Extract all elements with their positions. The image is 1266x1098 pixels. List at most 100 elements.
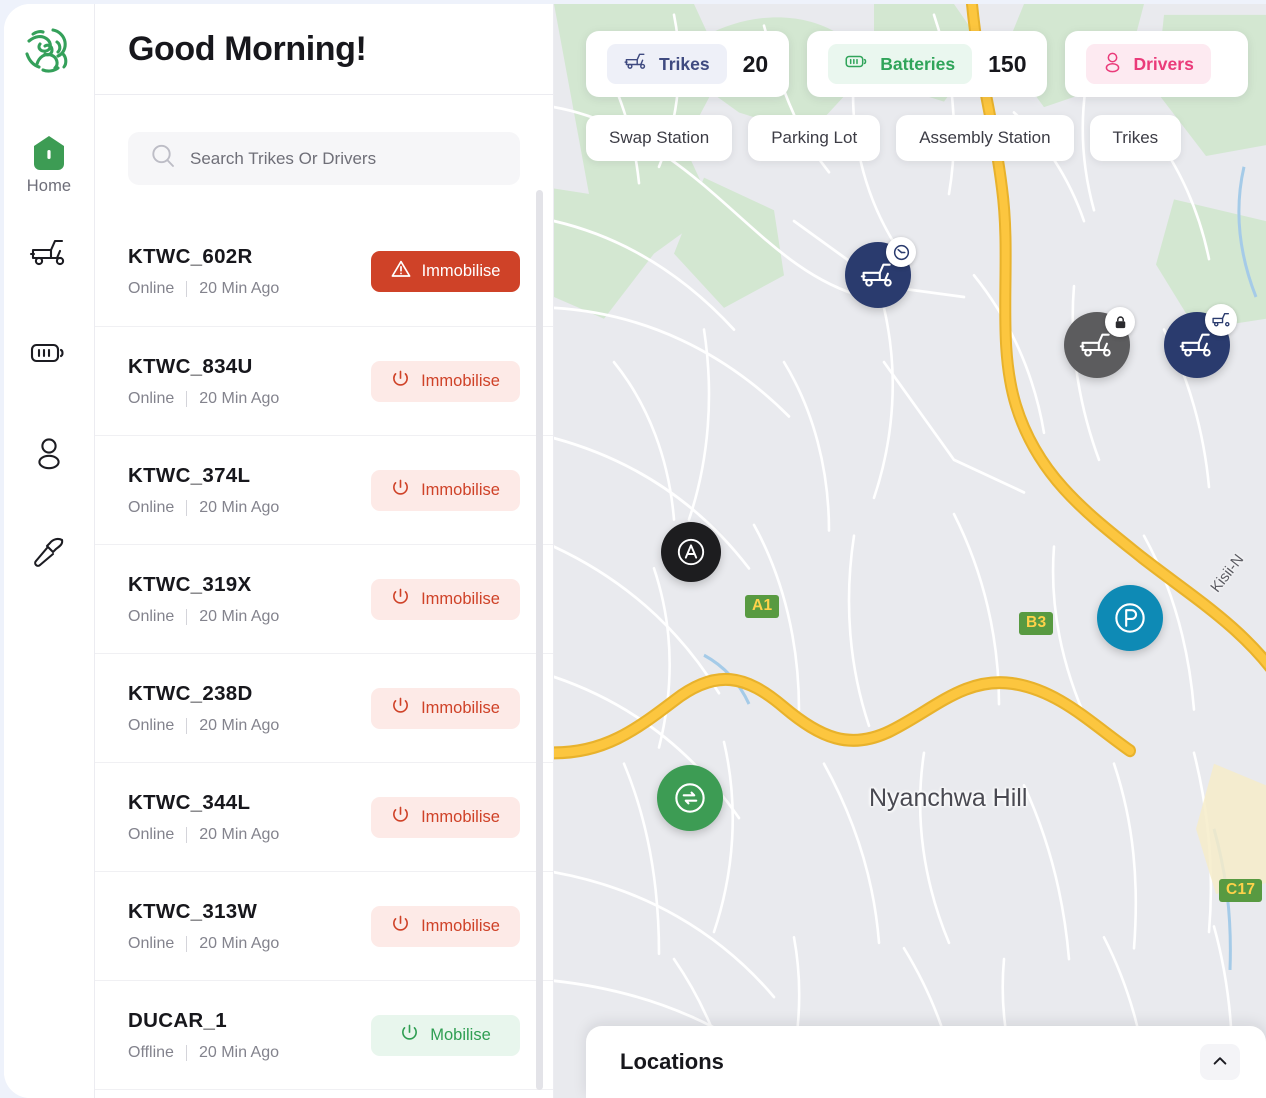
map-filter-chips: Swap Station Parking Lot Assembly Statio… [586, 115, 1182, 161]
action-label: Immobilise [421, 807, 500, 826]
last-seen: 20 Min Ago [199, 607, 280, 625]
power-icon [391, 478, 410, 502]
trike-id: KTWC_344L [128, 790, 251, 814]
last-seen: 20 Min Ago [199, 280, 280, 297]
trike-icon [624, 52, 648, 76]
trike-list-panel: Good Morning! KTWC_602R Online [95, 4, 1266, 1098]
app-window: Home Good Morning! Search Trikes Or Driv… [4, 4, 1266, 1098]
row-info: KTWC_344L Online 20 Min Ago [128, 791, 279, 844]
divider [186, 717, 188, 734]
row-meta: Online 20 Min Ago [128, 499, 279, 517]
stat-label: Batteries [880, 53, 956, 74]
row-info: KTWC_834U Online 20 Min Ago [128, 355, 279, 408]
table-row[interactable]: KTWC_313W Online 20 Min Ago Immobilise [95, 871, 553, 980]
row-info: KTWC_238D Online 20 Min Ago [128, 682, 279, 735]
marker-body [661, 522, 721, 582]
swap-station-marker[interactable] [657, 765, 723, 831]
power-icon [391, 805, 410, 829]
filter-parking-lot[interactable]: Parking Lot [748, 115, 881, 161]
stat-chip-drivers[interactable]: Drivers [1065, 31, 1248, 97]
assembly-station-marker[interactable] [661, 522, 721, 582]
power-icon [391, 369, 410, 393]
road-shield-c17: C17 [1219, 879, 1263, 902]
divider [186, 281, 188, 297]
divider [186, 826, 188, 843]
table-row[interactable]: KTWC_319X Online 20 Min Ago Immobilise [95, 544, 553, 653]
gauge-icon [886, 237, 916, 267]
user-icon [1103, 51, 1122, 78]
sidebar-nav: Home [4, 130, 94, 630]
filter-assembly-station[interactable]: Assembly Station [896, 115, 1074, 161]
trike-marker-immobilised[interactable] [1064, 307, 1135, 378]
trike-id: KTWC_374L [128, 463, 251, 487]
divider [186, 390, 188, 407]
sidebar-item-drivers[interactable] [4, 430, 94, 530]
row-info: DUCAR_1 Offline 20 Min Ago [128, 1009, 279, 1062]
divider [186, 608, 188, 625]
row-meta: Online 20 Min Ago [128, 717, 279, 735]
row-info: KTWC_313W Online 20 Min Ago [128, 900, 279, 953]
sidebar-item-trikes[interactable] [4, 230, 94, 330]
search-box[interactable] [128, 132, 520, 185]
action-label: Immobilise [421, 262, 501, 280]
status-badge: Online [128, 498, 175, 516]
trike-marker-online[interactable] [1164, 304, 1237, 378]
filter-trikes[interactable]: Trikes [1089, 115, 1182, 161]
row-meta: Online 20 Min Ago [128, 608, 279, 626]
last-seen: 20 Min Ago [198, 1043, 280, 1061]
table-row[interactable]: KTWC_602R Online 20 Min Ago Immobilise [95, 217, 553, 326]
stat-chip-batteries[interactable]: Batteries 150 [807, 31, 1048, 97]
map-stat-chips: Trikes 20 Batteries 150 Drivers [586, 31, 1248, 97]
power-icon [400, 1023, 419, 1047]
immobilise-button[interactable]: Immobilise [371, 905, 520, 947]
search-input[interactable] [190, 148, 498, 169]
sidebar-item-maintenance[interactable] [4, 530, 94, 630]
home-icon [32, 134, 66, 172]
action-label: Immobilise [421, 916, 500, 935]
trike-marker-active[interactable] [845, 237, 916, 308]
table-row[interactable]: KTWC_834U Online 20 Min Ago Immobilise [95, 326, 553, 435]
stat-pill-trikes: Trikes [607, 44, 727, 84]
status-badge: Online [128, 389, 175, 407]
immobilise-button[interactable]: Immobilise [371, 360, 520, 402]
trike-rows: KTWC_602R Online 20 Min Ago Immobilise K… [95, 217, 553, 1098]
immobilise-button[interactable]: Immobilise [371, 796, 520, 838]
locations-panel[interactable]: Locations [586, 1026, 1266, 1098]
trike-icon [1205, 304, 1237, 336]
map-panel[interactable]: Trikes 20 Batteries 150 Drivers Swap Sta… [554, 4, 1266, 1098]
table-row[interactable]: KTWC_344L Online 20 Min Ago Immobilise [95, 762, 553, 871]
parking-lot-marker[interactable] [1097, 585, 1163, 651]
mobilise-button[interactable]: Mobilise [371, 1014, 520, 1056]
sidebar: Home [4, 4, 95, 1098]
immobilise-button[interactable]: Immobilise [371, 578, 520, 620]
table-row[interactable]: KTWC_238D Online 20 Min Ago Immobilise [95, 653, 553, 762]
divider [186, 499, 188, 516]
sidebar-item-home[interactable]: Home [4, 130, 94, 230]
locations-collapse-button[interactable] [1200, 1044, 1240, 1080]
status-badge: Online [128, 934, 175, 952]
battery-icon [30, 334, 68, 372]
filter-swap-station[interactable]: Swap Station [586, 115, 733, 161]
table-row[interactable] [95, 1089, 553, 1098]
immobilise-button[interactable]: Immobilise [371, 687, 520, 729]
stat-label: Drivers [1133, 53, 1194, 74]
page-title: Good Morning! [128, 29, 367, 68]
row-info: KTWC_374L Online 20 Min Ago [128, 464, 279, 517]
last-seen: 20 Min Ago [199, 389, 280, 407]
table-row[interactable]: KTWC_374L Online 20 Min Ago Immobilise [95, 435, 553, 544]
stat-chip-trikes[interactable]: Trikes 20 [586, 31, 790, 97]
list-scrollbar[interactable] [536, 190, 543, 1090]
sidebar-item-batteries[interactable] [4, 330, 94, 430]
table-row[interactable]: DUCAR_1 Offline 20 Min Ago Mobilise [95, 980, 553, 1089]
divider [186, 935, 188, 952]
status-badge: Online [128, 825, 175, 843]
battery-icon [845, 53, 869, 75]
immobilise-button[interactable]: Immobilise [371, 251, 520, 292]
sidebar-item-home-label: Home [26, 177, 72, 195]
row-meta: Online 20 Min Ago [128, 826, 279, 844]
immobilise-button[interactable]: Immobilise [371, 469, 520, 511]
row-meta: Online 20 Min Ago [128, 390, 279, 408]
road-shield-b3: B3 [1019, 612, 1054, 635]
power-icon [391, 696, 410, 720]
last-seen: 20 Min Ago [199, 716, 280, 734]
